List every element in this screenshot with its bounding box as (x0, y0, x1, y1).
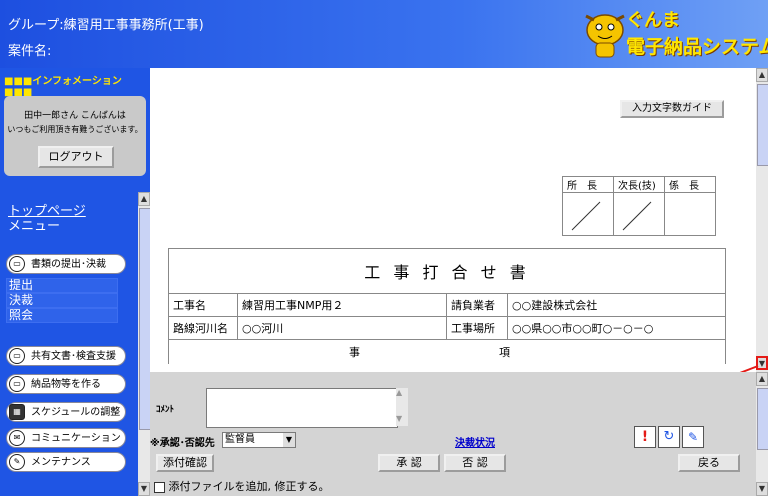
section-label-left: 事 (349, 346, 360, 359)
scroll-up-arrow-icon[interactable]: ▲ (138, 192, 150, 206)
menu-item-label: スケジュールの調整 (31, 407, 121, 418)
menu-item-label: 共有文書･検査支援 (31, 351, 116, 362)
cell-value: 練習用工事NMP用２ (237, 293, 447, 317)
document-scrollbar[interactable]: ▲ ▼ (756, 68, 768, 372)
approver-label: ※承認･否認先 (150, 438, 215, 449)
app-header: グループ:練習用工事事務所(工事) 案件名: ぐんま 電子納品システム (0, 0, 768, 68)
approval-stamp-table: 所 長 次長(技) 係 長 (562, 176, 716, 236)
sidebar-scrollbar[interactable]: ▲ ▼ (138, 192, 151, 496)
greeting-text: 田中一郎さん こんばんは (24, 111, 126, 121)
logo-bottom-text: 電子納品システム (626, 36, 768, 58)
approval-header-section: 係 長 (664, 176, 716, 193)
attach-file-checkbox-label: 添付ファイルを追加, 修正する。 (168, 480, 330, 493)
tools-icon: ✎ (9, 454, 25, 470)
menu-item-label: 納品物等を作る (31, 379, 101, 390)
section-header-row: 事 項 (168, 339, 726, 364)
edit-icon[interactable]: ✎ (682, 426, 704, 448)
submenu-item-submit[interactable]: 提出 (6, 278, 118, 293)
menu-item-shared-docs[interactable]: ▭ 共有文書･検査支援 (6, 346, 126, 366)
table-row: 路線河川名 ○○河川 工事場所 ○○県○○市○○町○－○－○ (168, 316, 726, 340)
section-label-right: 項 (499, 346, 510, 359)
back-button[interactable]: 戻る (678, 454, 740, 472)
approver-select-value: 監督員 (225, 434, 255, 445)
cell-value: ○○建設株式会社 (507, 293, 726, 317)
scrollbar-thumb[interactable] (757, 388, 768, 450)
reject-button[interactable]: 否 認 (444, 454, 506, 472)
menu-heading: メニュー (8, 219, 61, 234)
mail-icon: ✉ (9, 430, 25, 446)
menu-item-label: メンテナンス (31, 457, 91, 468)
slash-mark-icon (571, 201, 601, 231)
menu-item-deliverables[interactable]: ▭ 納品物等を作る (6, 374, 126, 394)
menu-item-maintenance[interactable]: ✎ メンテナンス (6, 452, 126, 472)
scroll-up-arrow-icon[interactable]: ▲ (756, 372, 768, 386)
cell-label: 路線河川名 (168, 316, 238, 340)
attach-file-option[interactable]: 添付ファイルを追加, 修正する。 (154, 478, 330, 494)
meeting-record-table: 工 事 打 合 せ 書 工事名 練習用工事NMP用２ 請負業者 ○○建設株式会社… (168, 248, 726, 364)
folder-icon: ▭ (9, 376, 25, 392)
submenu-item-inquiry[interactable]: 照会 (6, 308, 118, 323)
sidebar: ■■■インフォメーション■■■ 田中一郎さん こんばんは いつもご利用頂き有難う… (0, 68, 151, 496)
menu-item-submit-approve[interactable]: ▭ 書類の提出･決裁 (6, 254, 126, 274)
scroll-down-arrow-icon[interactable]: ▼ (138, 482, 150, 496)
document-title: 工 事 打 合 せ 書 (168, 248, 726, 294)
greeting-subtext: いつもご利用頂き有難うございます。 (7, 125, 143, 134)
calendar-icon: ▦ (9, 404, 25, 420)
chevron-down-icon[interactable]: ▼ (283, 433, 295, 447)
gunma-logo: ぐんま 電子納品システム (576, 6, 768, 62)
input-guide-button[interactable]: 入力文字数ガイド (620, 100, 724, 118)
comment-scrollbar[interactable]: ▲ ▼ (396, 388, 408, 426)
submenu-item-approve[interactable]: 決裁 (6, 293, 118, 308)
logo-top-text: ぐんま (626, 10, 680, 31)
attach-confirm-button[interactable]: 添付確認 (156, 454, 214, 472)
scroll-down-arrow-icon[interactable]: ▼ (756, 482, 768, 496)
cell-label: 請負業者 (446, 293, 508, 317)
menu-item-label: コミュニケーション (31, 433, 121, 444)
approval-header-chief: 所 長 (562, 176, 614, 193)
document-icon: ▭ (9, 256, 25, 272)
menu-item-label: 書類の提出･決裁 (31, 259, 106, 270)
group-label: グループ:練習用工事事務所(工事) (8, 18, 204, 33)
cell-label: 工事場所 (446, 316, 508, 340)
table-row: 工事名 練習用工事NMP用２ 請負業者 ○○建設株式会社 (168, 293, 726, 317)
approver-select[interactable]: 監督員 ▼ (222, 432, 296, 448)
approval-header-deputy: 次長(技) (613, 176, 665, 193)
login-box: 田中一郎さん こんばんは いつもご利用頂き有難うございます。 ログアウト (4, 96, 146, 176)
stamp-cell-section (664, 192, 716, 236)
alert-icon[interactable]: ! (634, 426, 656, 448)
shared-doc-icon: ▭ (9, 348, 25, 364)
approval-status-link[interactable]: 決裁状況 (455, 434, 495, 449)
refresh-icon[interactable]: ↻ (658, 426, 680, 448)
slash-mark-icon (622, 201, 652, 231)
cell-value: ○○県○○市○○町○－○－○ (507, 316, 726, 340)
information-bar: ■■■インフォメーション■■■ (4, 76, 122, 98)
scroll-up-arrow-icon[interactable]: ▲ (756, 68, 768, 82)
mascot-icon (585, 14, 625, 58)
document-pane: 入力文字数ガイド 所 長 次長(技) 係 長 工 事 打 合 せ 書 工事名 練… (150, 68, 756, 372)
action-panel-scrollbar[interactable]: ▲ ▼ (756, 372, 768, 496)
project-name-label: 案件名: (8, 44, 52, 59)
cell-value: ○○河川 (237, 316, 447, 340)
menu-item-communication[interactable]: ✉ コミュニケーション (6, 428, 126, 448)
comment-label: ｺﾒﾝﾄ (156, 405, 175, 415)
logout-button[interactable]: ログアウト (38, 146, 114, 168)
submenu: 提出 決裁 照会 (6, 278, 118, 323)
stamp-cell-chief (562, 192, 614, 236)
stamp-cell-deputy (613, 192, 665, 236)
approve-button[interactable]: 承 認 (378, 454, 440, 472)
menu-item-schedule[interactable]: ▦ スケジュールの調整 (6, 402, 126, 422)
attach-file-checkbox[interactable] (154, 481, 165, 493)
scrollbar-thumb[interactable] (757, 84, 768, 166)
comment-textarea[interactable] (206, 388, 398, 428)
action-panel: ｺﾒﾝﾄ ▲ ▼ ※承認･否認先 監督員 ▼ 決裁状況 ! ↻ ✎ 添付確認 承… (150, 372, 756, 496)
cell-label: 工事名 (168, 293, 238, 317)
